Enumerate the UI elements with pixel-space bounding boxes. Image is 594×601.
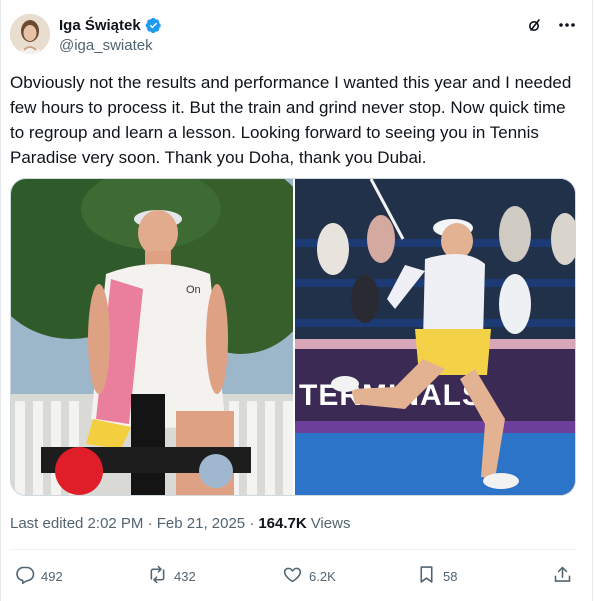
reply-icon xyxy=(14,564,35,588)
tweet-card: Iga Świątek @iga_swiatek Obviously not t… xyxy=(0,0,593,601)
like-icon xyxy=(282,564,303,588)
grok-icon[interactable] xyxy=(526,16,544,34)
like-count: 6.2K xyxy=(309,568,336,584)
tweet-actions: 492 432 6.2K 58 xyxy=(10,561,576,591)
last-edited-timestamp[interactable]: Last edited 2:02 PM · Feb 21, 2025 · xyxy=(10,515,254,532)
photo-training[interactable]: On xyxy=(11,179,293,495)
views-count[interactable]: 164.7K xyxy=(258,515,306,532)
share-icon xyxy=(552,564,573,588)
repost-icon xyxy=(147,564,168,588)
author-handle[interactable]: @iga_swiatek xyxy=(59,37,162,54)
tweet-header: Iga Świątek @iga_swiatek xyxy=(10,14,580,60)
tweet-text: Obviously not the results and performanc… xyxy=(10,73,577,167)
views-label: Views xyxy=(310,515,351,532)
bookmark-count: 58 xyxy=(443,568,458,584)
photo-match[interactable]: TERMINALS xyxy=(295,179,575,495)
divider xyxy=(10,549,576,550)
display-name[interactable]: Iga Świątek xyxy=(59,17,141,34)
like-button[interactable]: 6.2K xyxy=(282,561,336,591)
brand-logo: On xyxy=(186,284,201,296)
tweet-meta: Last edited 2:02 PM · Feb 21, 2025 · 164… xyxy=(10,515,350,532)
avatar[interactable] xyxy=(10,14,50,54)
verified-badge-icon[interactable] xyxy=(145,17,162,34)
reply-count: 492 xyxy=(41,568,63,584)
share-button[interactable] xyxy=(552,561,573,591)
tweet-media: On TERMINALS xyxy=(10,178,576,496)
more-icon[interactable] xyxy=(557,16,577,34)
bookmark-button[interactable]: 58 xyxy=(416,561,457,591)
reply-button[interactable]: 492 xyxy=(14,561,63,591)
repost-count: 432 xyxy=(174,568,196,584)
bookmark-icon xyxy=(416,564,437,588)
author-names: Iga Świątek @iga_swiatek xyxy=(59,17,162,54)
repost-button[interactable]: 432 xyxy=(147,561,196,591)
